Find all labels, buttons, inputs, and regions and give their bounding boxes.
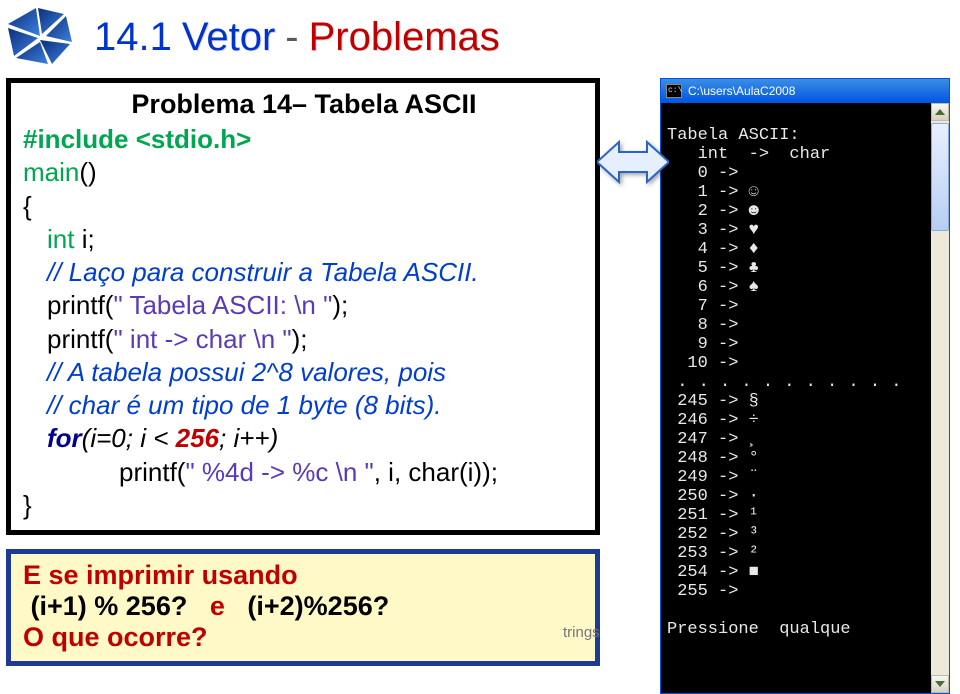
- scroll-down-button[interactable]: [931, 675, 949, 693]
- title-word-vetor: Vetor: [182, 15, 275, 60]
- code-printf3-str: " %4d -> %c \n ": [185, 457, 373, 487]
- code-comment-1: // Laço para construir a Tabela ASCII.: [47, 257, 479, 287]
- code-for-num: 256: [176, 423, 219, 453]
- console-body: Tabela ASCII: int -> char 0 -> 1 -> ☺ 2 …: [661, 103, 949, 693]
- console-line: 3 -> ♥: [667, 221, 759, 240]
- code-printf1-b: );: [332, 290, 348, 320]
- code-printf2-a: printf(: [47, 324, 113, 354]
- title-dash: -: [285, 15, 298, 60]
- console-press-any-key: Pressione qualque: [667, 620, 851, 639]
- question-box: E se imprimir usando (i+1) % 256? e (i+2…: [6, 549, 600, 666]
- console-line: int -> char: [667, 145, 830, 164]
- problem-title: Problema 14– Tabela ASCII: [23, 89, 585, 120]
- console-line: Tabela ASCII:: [667, 126, 800, 145]
- code-printf2-str: " int -> char \n ": [113, 324, 291, 354]
- globe-logo: [6, 6, 74, 68]
- title-word-problemas: Problemas: [309, 15, 500, 60]
- console-window: C:\users\AulaC2008 Tabela ASCII: int -> …: [660, 78, 950, 694]
- console-titlebar[interactable]: C:\users\AulaC2008: [661, 79, 949, 103]
- console-line: 245 -> §: [667, 392, 759, 411]
- console-line: 6 -> ♠: [667, 278, 759, 297]
- console-line: 247 -> ¸: [667, 430, 759, 449]
- console-line: 246 -> ÷: [667, 411, 759, 430]
- code-int-kw: int: [47, 224, 74, 254]
- code-int-var: i;: [74, 224, 94, 254]
- console-line: 9 ->: [667, 335, 738, 354]
- section-number: 14.1: [94, 15, 172, 60]
- console-line: 5 -> ♣: [667, 259, 759, 278]
- code-printf1-str: " Tabela ASCII: \n ": [113, 290, 332, 320]
- q-line3: O que ocorre?: [23, 622, 208, 652]
- console-line: 251 -> ¹: [667, 506, 759, 525]
- code-for-kw: for: [47, 423, 82, 453]
- console-line: 0 ->: [667, 164, 738, 183]
- cmd-icon: [666, 84, 682, 98]
- code-brace-open: {: [23, 191, 32, 221]
- console-line: 8 ->: [667, 316, 738, 335]
- console-line: 255 ->: [667, 582, 738, 601]
- bidirectional-arrow-icon: [597, 134, 669, 190]
- code-box: Problema 14– Tabela ASCII #include <stdi…: [6, 78, 600, 535]
- code-for-close: ; i++): [219, 423, 278, 453]
- slide-title: 14.1 Vetor - Problemas: [94, 15, 500, 60]
- console-line: 249 -> ¨: [667, 468, 759, 487]
- console-line: 250 -> ·: [667, 487, 759, 506]
- console-title-text: C:\users\AulaC2008: [688, 84, 795, 98]
- q-line2c: (i+2)%256?: [247, 591, 389, 621]
- slide-header: 14.1 Vetor - Problemas: [0, 0, 960, 78]
- code-comment-2: // A tabela possui 2^8 valores, pois: [47, 357, 446, 387]
- code-printf3-b: , i, char(i));: [374, 457, 498, 487]
- scroll-thumb[interactable]: [931, 123, 949, 231]
- console-line: 1 -> ☺: [667, 183, 759, 202]
- footer-fragment: trings: [563, 624, 600, 641]
- code-main-paren: (): [79, 157, 96, 187]
- console-line: 2 -> ☻: [667, 202, 759, 221]
- console-line: 254 -> ■: [667, 563, 759, 582]
- console-line: 252 -> ³: [667, 525, 759, 544]
- code-for-open: (i=0; i <: [82, 423, 176, 453]
- console-line: 10 ->: [667, 354, 738, 373]
- code-printf2-b: );: [292, 324, 308, 354]
- q-line1: E se imprimir usando: [23, 560, 298, 590]
- q-line2a: (i+1) % 256?: [31, 591, 188, 621]
- code-main-kw: main: [23, 157, 79, 187]
- code-printf1-a: printf(: [47, 290, 113, 320]
- scroll-up-button[interactable]: [931, 103, 949, 121]
- code-brace-close: }: [23, 490, 32, 520]
- code-include: #include <stdio.h>: [23, 124, 251, 154]
- code-comment-3: // char é um tipo de 1 byte (8 bits).: [47, 390, 442, 420]
- console-line: 253 -> ²: [667, 544, 759, 563]
- console-line: 7 ->: [667, 297, 738, 316]
- q-line2b: e: [210, 591, 225, 621]
- console-ellipsis: . . . . . . . . . . .: [677, 373, 902, 392]
- code-printf3-a: printf(: [119, 457, 185, 487]
- console-line: 248 -> °: [667, 449, 759, 468]
- console-line: 4 -> ♦: [667, 240, 759, 259]
- console-scrollbar[interactable]: [931, 103, 949, 693]
